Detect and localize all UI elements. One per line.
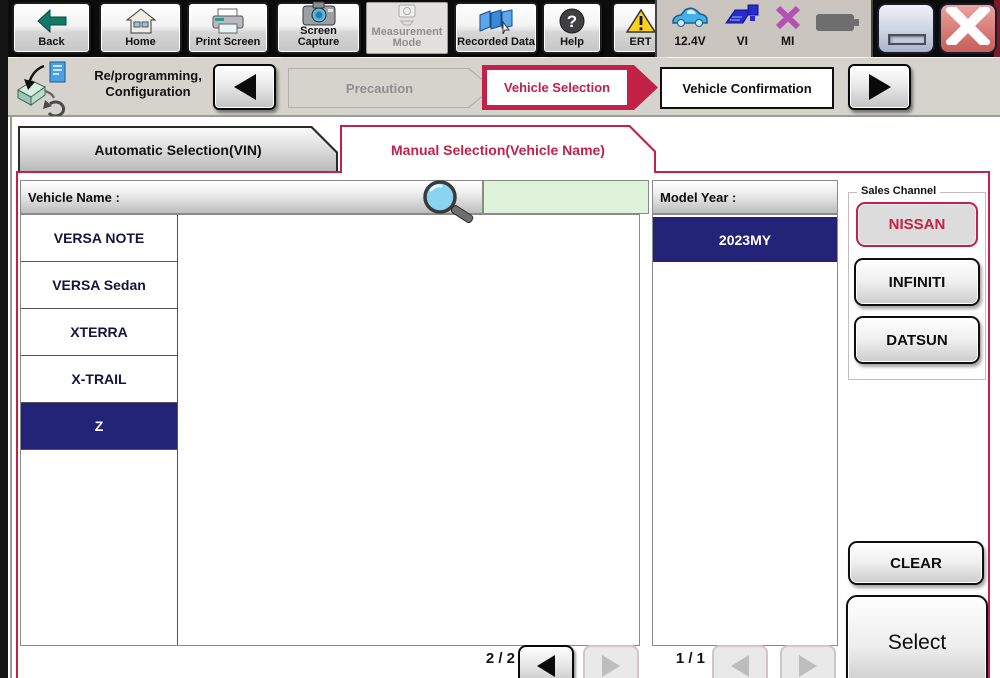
battery-status: [815, 4, 861, 37]
tab-automatic-selection[interactable]: Automatic Selection(VIN): [18, 126, 338, 171]
vehicle-list-item[interactable]: VERSA Sedan: [21, 262, 177, 309]
mi-label: MI: [781, 34, 794, 48]
model-year-list: 2023MY: [652, 214, 838, 646]
model-year-next-page-button[interactable]: [780, 645, 836, 678]
model-year-item-selected[interactable]: 2023MY: [653, 217, 837, 262]
vehicle-list-prev-page-button[interactable]: [518, 645, 574, 678]
model-year-header: Model Year :: [652, 180, 838, 214]
prev-page-icon: [537, 655, 555, 677]
screen-mode-title: Re/programming, Configuration: [68, 68, 228, 101]
prev-page-icon: [731, 655, 749, 677]
infiniti-channel-button[interactable]: INFINITI: [854, 258, 980, 306]
left-triangle-icon: [234, 74, 256, 100]
wizard-nav-row: Re/programming, Configuration Precaution…: [8, 57, 1000, 117]
vehicle-list-item[interactable]: X-TRAIL: [21, 356, 177, 403]
vehicle-name-header: Vehicle Name :: [20, 180, 483, 214]
vehicle-name-column: VERSA NOTE VERSA Sedan XTERRA X-TRAIL Z: [21, 215, 178, 645]
mi-cross-icon: [774, 4, 802, 34]
vehicle-selection-panel: Vehicle Name : Model Year : VERSA NOTE V…: [16, 171, 990, 678]
step-precaution: Precaution: [288, 68, 493, 108]
print-screen-label: Print Screen: [196, 37, 261, 49]
print-screen-button[interactable]: Print Screen: [187, 2, 269, 54]
home-icon: [126, 4, 156, 37]
car-icon: [669, 4, 711, 34]
reprogramming-icon: [14, 60, 72, 121]
back-label: Back: [38, 37, 64, 49]
nav-forward-arrow-button[interactable]: [848, 64, 911, 110]
home-label: Home: [125, 37, 156, 49]
screen-capture-button[interactable]: Screen Capture: [276, 2, 361, 54]
help-label: Help: [560, 37, 584, 49]
vehicle-battery-status: 12.4V: [669, 4, 711, 48]
vi-label: VI: [737, 34, 748, 48]
vehicle-list-next-page-button[interactable]: [583, 645, 639, 678]
model-year-prev-page-button[interactable]: [712, 645, 768, 678]
close-button[interactable]: [939, 3, 997, 54]
vehicle-list-item[interactable]: VERSA NOTE: [21, 215, 177, 262]
svg-text:?: ?: [567, 12, 577, 31]
battery-icon: [815, 12, 861, 37]
measurement-mode-label: Measurement Mode: [367, 27, 447, 50]
vi-device-icon: [724, 4, 760, 34]
right-triangle-icon: [869, 74, 891, 100]
toolbar: Back Home Print Screen Screen Capture Me: [0, 0, 1000, 57]
next-page-icon: [602, 655, 620, 677]
printer-icon: [211, 4, 245, 37]
home-button[interactable]: Home: [99, 2, 182, 54]
clear-button[interactable]: CLEAR: [848, 541, 984, 585]
select-button[interactable]: Select: [846, 595, 988, 678]
vehicle-list-item[interactable]: XTERRA: [21, 309, 177, 356]
nav-back-arrow-button[interactable]: [213, 64, 276, 110]
sales-channel-label: Sales Channel: [857, 185, 940, 197]
datsun-channel-button[interactable]: DATSUN: [854, 316, 980, 364]
recorded-data-label: Recorded Data: [457, 37, 535, 49]
window-left-edge: [0, 0, 8, 678]
status-indicator-panel: 12.4V VI MI: [655, 0, 873, 57]
recorded-data-icon: [478, 4, 514, 37]
step-vehicle-confirmation: Vehicle Confirmation: [660, 67, 834, 109]
screen-capture-label: Screen Capture: [278, 26, 359, 49]
back-arrow-icon: [37, 4, 67, 37]
close-icon: [946, 7, 990, 50]
search-magnifier-icon: [416, 177, 480, 228]
ert-label: ERT: [630, 37, 652, 49]
vehicle-list-item-selected[interactable]: Z: [21, 403, 177, 450]
warning-triangle-icon: [626, 4, 656, 37]
consult-app-window: Back Home Print Screen Screen Capture Me: [0, 0, 1000, 678]
vehicle-name-search-input[interactable]: [483, 180, 649, 214]
battery-voltage-label: 12.4V: [674, 34, 705, 48]
back-button[interactable]: Back: [12, 2, 91, 54]
nissan-channel-button[interactable]: NISSAN: [856, 202, 978, 247]
vehicle-name-list: VERSA NOTE VERSA Sedan XTERRA X-TRAIL Z: [20, 214, 640, 646]
recorded-data-button[interactable]: Recorded Data: [454, 2, 538, 54]
next-page-icon: [799, 655, 817, 677]
window-inner-edge: [10, 117, 12, 678]
minimize-icon: [888, 34, 926, 45]
tab-manual-selection[interactable]: Manual Selection(Vehicle Name): [340, 125, 656, 173]
mi-status: MI: [774, 4, 802, 48]
camera-icon: [302, 1, 336, 26]
step-vehicle-selection: Vehicle Selection: [482, 65, 658, 110]
minimize-button[interactable]: [877, 3, 935, 54]
model-year-page-indicator: 1 / 1: [658, 650, 705, 667]
measurement-mode-button[interactable]: Measurement Mode: [366, 2, 448, 54]
help-button[interactable]: ? Help: [542, 2, 602, 54]
measurement-mode-icon: [394, 3, 420, 27]
help-icon: ?: [559, 4, 585, 37]
vi-status: VI: [724, 4, 760, 48]
vehicle-list-page-indicator: 2 / 2: [458, 650, 515, 667]
